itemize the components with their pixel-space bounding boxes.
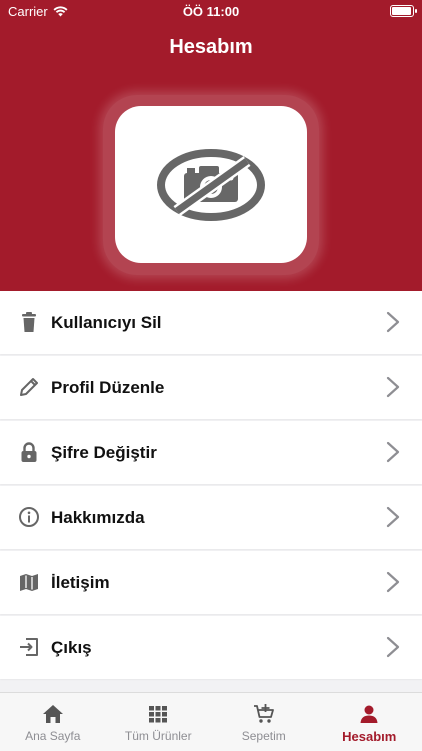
menu-item-label: Hakkımızda [51,508,145,528]
battery-icon [390,5,414,17]
grid-icon [147,703,169,725]
tab-label: Sepetim [211,729,317,743]
chevron-right-icon [386,441,400,463]
menu-item-label: İletişim [51,573,110,593]
tab-account[interactable]: Hesabım [317,693,422,751]
chevron-right-icon [386,506,400,528]
map-icon [18,571,40,593]
status-bar: Carrier ÖÖ 11:00 [0,0,422,22]
avatar[interactable] [115,106,307,263]
menu-item-label: Çıkış [51,638,92,658]
tab-label: Hesabım [317,729,422,744]
home-icon [42,703,64,725]
tab-all-products[interactable]: Tüm Ürünler [106,693,212,751]
pencil-icon [18,376,40,398]
menu-item-label: Kullanıcıyı Sil [51,313,162,333]
account-menu: Kullanıcıyı Sil Profil Düzenle Şifre Değ… [0,291,422,681]
trash-icon [18,311,40,333]
menu-item-change-password[interactable]: Şifre Değiştir [0,421,422,484]
menu-item-label: Profil Düzenle [51,378,164,398]
menu-item-contact[interactable]: İletişim [0,551,422,614]
status-time: ÖÖ 11:00 [0,4,422,19]
logout-icon [18,636,40,658]
chevron-right-icon [386,311,400,333]
menu-item-edit-profile[interactable]: Profil Düzenle [0,356,422,419]
tab-label: Tüm Ürünler [106,729,212,743]
menu-item-label: Şifre Değiştir [51,443,157,463]
tab-cart[interactable]: Sepetim [211,693,317,751]
battery-fill [392,7,411,15]
menu-item-logout[interactable]: Çıkış [0,616,422,679]
info-icon [18,506,40,528]
tab-home[interactable]: Ana Sayfa [0,693,106,751]
person-icon [358,703,380,725]
tab-label: Ana Sayfa [0,729,106,743]
profile-header: Hesabım [0,0,422,291]
no-camera-icon [155,147,267,223]
chevron-right-icon [386,376,400,398]
chevron-right-icon [386,571,400,593]
cart-icon [253,703,275,725]
menu-item-delete-user[interactable]: Kullanıcıyı Sil [0,291,422,354]
page-title: Hesabım [0,36,422,59]
menu-item-about[interactable]: Hakkımızda [0,486,422,549]
tab-bar: Ana Sayfa Tüm Ürünler Sepetim Hesabım [0,692,422,751]
lock-icon [18,441,40,463]
chevron-right-icon [386,636,400,658]
